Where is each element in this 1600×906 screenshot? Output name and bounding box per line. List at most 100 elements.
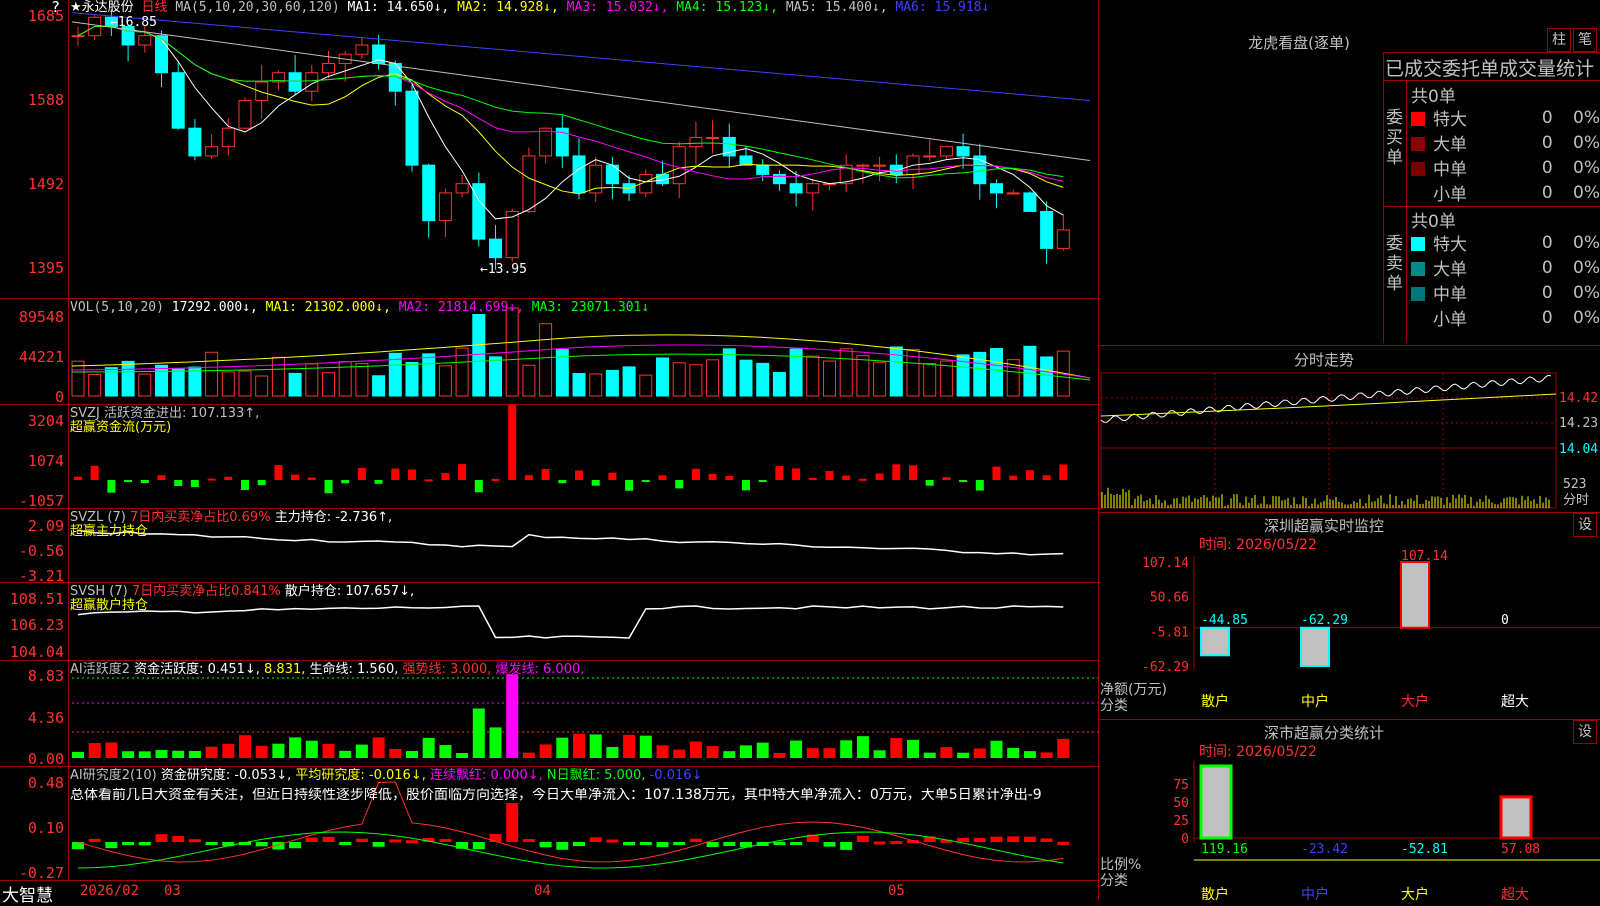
tick-mode-button[interactable]: 笔 bbox=[1573, 28, 1597, 52]
volume-bar bbox=[706, 359, 720, 397]
research-bar bbox=[823, 842, 836, 847]
legend-item: MA2: 21814.699↓, bbox=[398, 300, 532, 315]
flow-bar bbox=[458, 464, 467, 480]
activity-bar bbox=[606, 746, 619, 758]
flow-bar bbox=[174, 480, 183, 487]
research-bar bbox=[706, 842, 719, 847]
color-swatch bbox=[1411, 262, 1425, 276]
stock-name[interactable]: ★永达股份 bbox=[70, 0, 134, 15]
activity-bar bbox=[890, 738, 903, 758]
period-label[interactable]: 日线 bbox=[141, 0, 167, 15]
activity-bar bbox=[907, 739, 919, 758]
research-bar bbox=[406, 840, 418, 844]
activity-bar bbox=[172, 750, 185, 758]
legend-item: 资金活跃度: 0.451↓, bbox=[134, 662, 265, 677]
flow-bar bbox=[341, 480, 350, 484]
activity-bar bbox=[389, 748, 402, 758]
color-swatch bbox=[1411, 287, 1425, 301]
legend-item: 平均研究度: -0.016↓, bbox=[295, 768, 430, 783]
high-annotation: ←16.85 bbox=[110, 15, 157, 30]
ai2-axis-label: -0.27 bbox=[18, 864, 64, 882]
low-annotation: ←13.95 bbox=[480, 262, 527, 277]
flow-bar bbox=[257, 480, 266, 486]
candle bbox=[1056, 229, 1070, 249]
research-bar bbox=[305, 837, 318, 842]
volume-bar bbox=[589, 373, 603, 397]
legend-item: MA6: 15.918↓ bbox=[895, 0, 990, 15]
volume-bar bbox=[372, 375, 386, 397]
legend-item: MA3: 15.032↓, bbox=[566, 0, 677, 15]
sell-total: 共0单 bbox=[1411, 212, 1456, 232]
activity-bar bbox=[539, 744, 552, 758]
brand-logo: 大智慧 bbox=[2, 886, 53, 906]
volume-bar bbox=[839, 348, 853, 397]
candle bbox=[939, 146, 953, 157]
research-bar bbox=[289, 842, 302, 849]
flow-bar bbox=[90, 465, 99, 480]
candle bbox=[672, 146, 686, 185]
flow-bar bbox=[825, 471, 834, 480]
legend-item: MA1: 14.650↓, bbox=[347, 0, 458, 15]
research-bar bbox=[489, 834, 502, 842]
volume-bar bbox=[422, 353, 436, 397]
activity-bar bbox=[105, 742, 118, 758]
activity-bar bbox=[255, 745, 268, 758]
research-bar bbox=[439, 838, 452, 842]
legend-item: SVSH (7) bbox=[70, 584, 132, 599]
research-bar bbox=[957, 838, 970, 842]
svsh-legend: SVSH (7) 7日内买卖净占比0.841% 散户持仓: 107.657↓, bbox=[70, 585, 414, 599]
flow-bar bbox=[708, 473, 717, 480]
ai2-axis-label: 0.48 bbox=[27, 774, 64, 792]
candle bbox=[756, 164, 770, 175]
separator bbox=[0, 404, 1100, 405]
intraday-title: 分时走势 bbox=[1293, 351, 1354, 369]
main-chart-svg[interactable] bbox=[0, 0, 1100, 900]
volume-bar bbox=[605, 369, 619, 397]
activity-bar bbox=[1057, 738, 1070, 758]
activity-bar bbox=[806, 748, 819, 758]
color-swatch bbox=[1411, 187, 1425, 201]
activity-bar bbox=[623, 734, 636, 758]
flow-bar bbox=[892, 464, 901, 480]
vol-axis-label: 89548 bbox=[18, 308, 64, 326]
color-swatch bbox=[1411, 237, 1425, 251]
flow-bar bbox=[975, 480, 984, 491]
volume-bar bbox=[255, 375, 269, 397]
candle bbox=[489, 238, 502, 259]
volume-bar bbox=[923, 363, 937, 397]
monitor-value-label: 0 bbox=[1501, 613, 1509, 628]
candle bbox=[422, 164, 436, 222]
price-axis-label: 1395 bbox=[27, 259, 64, 277]
candle bbox=[522, 155, 536, 212]
research-bar bbox=[623, 842, 636, 846]
legend-item: MA1: 21302.000↓, bbox=[265, 300, 399, 315]
flow-bar bbox=[641, 480, 650, 482]
activity-bar bbox=[155, 750, 168, 758]
date-label: 03 bbox=[164, 883, 181, 899]
svzl-legend: SVZL (7) 7日内买卖净占比0.69% 主力持仓: -2.736↑, bbox=[70, 511, 392, 525]
intraday-chart[interactable] bbox=[1099, 368, 1600, 518]
candle bbox=[171, 72, 185, 129]
flow-bar bbox=[207, 478, 216, 481]
bar-mode-button[interactable]: 柱 bbox=[1547, 28, 1571, 52]
volume-bar bbox=[806, 355, 820, 397]
flow-bar bbox=[959, 480, 968, 482]
stats-y-label: 比例% bbox=[1100, 857, 1142, 873]
stats-chart[interactable]: 75 50 25 0 119.16 散户 -23.42 中户 -52.81 大户 57.08 超大 bbox=[1099, 720, 1600, 900]
flow-bar bbox=[74, 476, 82, 480]
svsh-axis-label: 106.23 bbox=[9, 616, 64, 634]
candle bbox=[873, 164, 887, 167]
monitor-chart[interactable]: 107.14 50.66 -5.81 -62.29 -44.85 散户 -62.29 中户 10… bbox=[1099, 520, 1600, 710]
stats-bar bbox=[1199, 764, 1233, 840]
activity-bar bbox=[589, 734, 602, 758]
svsh-subtitle: 超赢散户持仓 bbox=[70, 598, 149, 613]
activity-bar bbox=[239, 735, 251, 758]
candle bbox=[255, 81, 269, 101]
separator bbox=[0, 582, 1100, 583]
research-bar bbox=[1007, 836, 1020, 842]
activity-bar bbox=[556, 737, 569, 758]
ma-legend: MA(5,10,20,30,60,120) MA1: 14.650↓, MA2:… bbox=[175, 0, 989, 15]
candle bbox=[505, 210, 519, 259]
separator bbox=[1099, 512, 1600, 513]
volume-bar bbox=[656, 357, 669, 397]
